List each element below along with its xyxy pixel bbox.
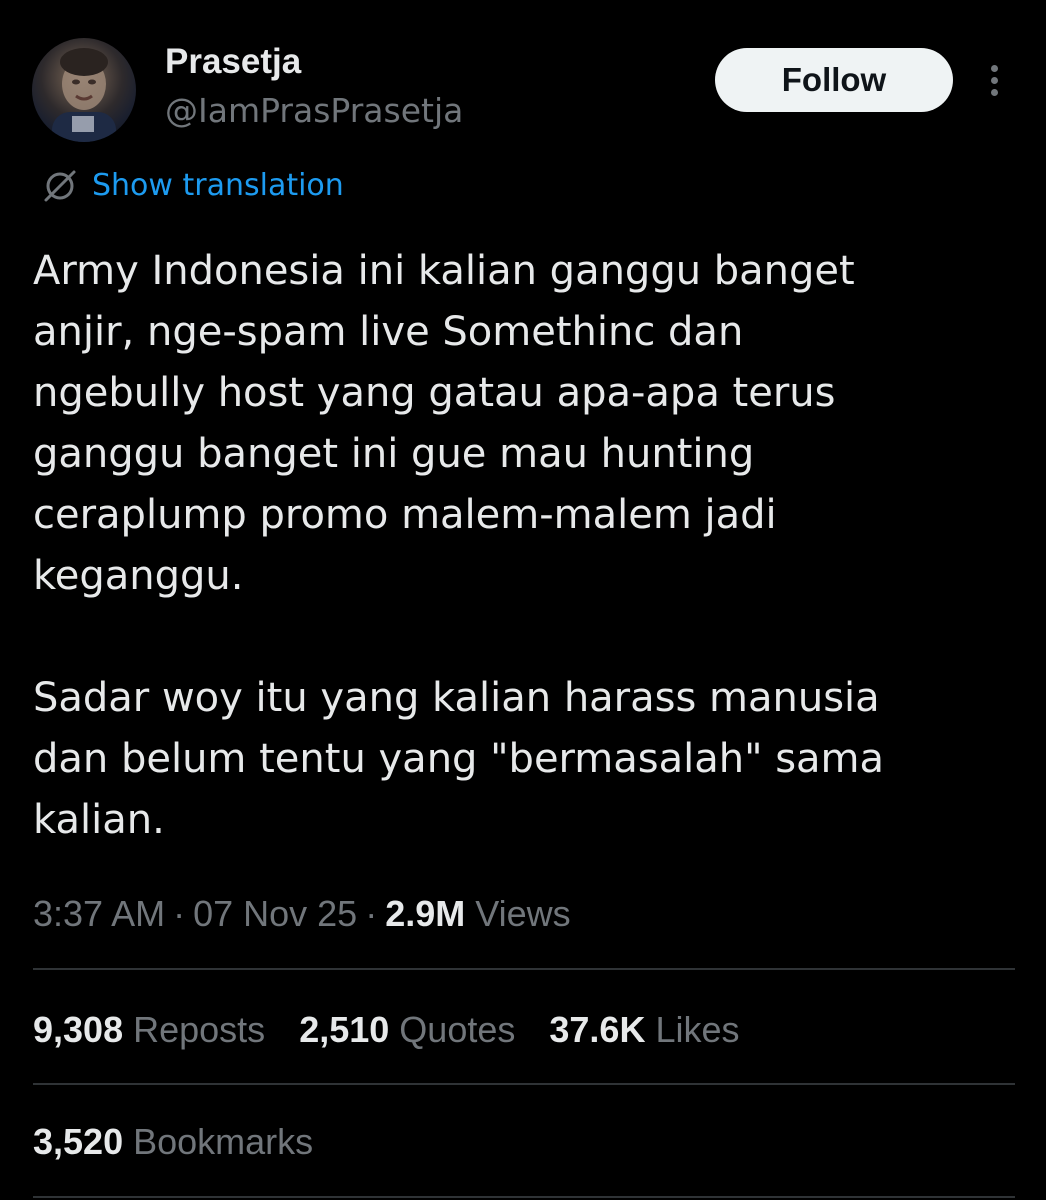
reposts-count: 9,308 xyxy=(33,1009,124,1050)
bookmarks-label: Bookmarks xyxy=(133,1121,314,1162)
tweet-meta: 3:37 AM · 07 Nov 25 · 2.9M Views xyxy=(33,890,571,938)
quotes-label: Quotes xyxy=(399,1009,516,1050)
divider xyxy=(33,1196,1015,1198)
tweet-time[interactable]: 3:37 AM xyxy=(33,893,165,934)
user-display-name[interactable]: Prasetja xyxy=(165,40,301,84)
more-options-icon[interactable] xyxy=(980,60,1010,100)
tweet-date[interactable]: 07 Nov 25 xyxy=(193,893,357,934)
views-count: 2.9M xyxy=(385,893,466,934)
engagement-stats: 9,308 Reposts 2,510 Quotes 37.6K Likes xyxy=(33,1006,774,1054)
meta-separator: · xyxy=(173,893,186,934)
avatar[interactable] xyxy=(32,38,136,142)
tweet-detail: Prasetja @IamPrasPrasetja Follow Show tr… xyxy=(0,0,1046,1200)
bookmarks-stat[interactable]: 3,520 Bookmarks xyxy=(33,1118,313,1166)
user-handle[interactable]: @IamPrasPrasetja xyxy=(165,90,463,132)
tweet-body: Army Indonesia ini kalian ganggu banget … xyxy=(33,241,1013,851)
reposts-stat[interactable]: 9,308 Reposts xyxy=(33,1006,265,1054)
follow-button[interactable]: Follow xyxy=(715,48,953,112)
meta-separator: · xyxy=(365,893,378,934)
likes-stat[interactable]: 37.6K Likes xyxy=(549,1006,739,1054)
globe-slash-icon xyxy=(44,170,76,202)
tweet-paragraph: Army Indonesia ini kalian ganggu banget … xyxy=(33,248,855,599)
bookmarks-count: 3,520 xyxy=(33,1121,124,1162)
quotes-count: 2,510 xyxy=(299,1009,390,1050)
divider xyxy=(33,968,1015,970)
quotes-stat[interactable]: 2,510 Quotes xyxy=(299,1006,515,1054)
likes-count: 37.6K xyxy=(549,1009,646,1050)
divider xyxy=(33,1083,1015,1085)
views-label: Views xyxy=(475,893,571,934)
more-dot xyxy=(991,89,998,96)
more-dot xyxy=(991,77,998,84)
more-dot xyxy=(991,65,998,72)
reposts-label: Reposts xyxy=(133,1009,266,1050)
likes-label: Likes xyxy=(655,1009,740,1050)
bookmarks-row: 3,520 Bookmarks xyxy=(33,1118,347,1166)
show-translation-label: Show translation xyxy=(92,168,344,203)
avatar-photo xyxy=(52,48,116,142)
tweet-paragraph: Sadar woy itu yang kalian harass manusia… xyxy=(33,675,885,843)
